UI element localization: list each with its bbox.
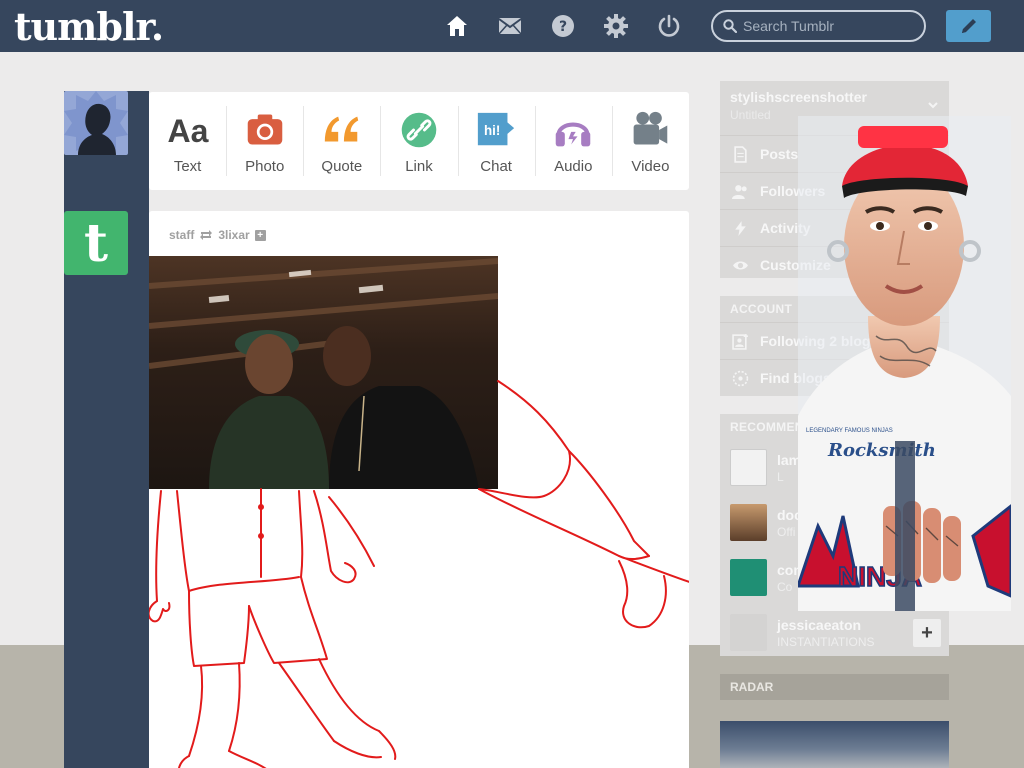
follow-button[interactable]: + bbox=[913, 509, 941, 537]
lightning-icon bbox=[730, 220, 750, 237]
home-icon[interactable] bbox=[444, 13, 470, 39]
post-type-text[interactable]: Aa Text bbox=[149, 92, 226, 190]
sidebar-item-followers[interactable]: Followers bbox=[720, 172, 949, 209]
reblog-icon bbox=[200, 230, 213, 240]
sidebar-item-following[interactable]: Following 2 blogs bbox=[720, 322, 949, 359]
tumblr-logo[interactable]: tumblr. bbox=[14, 4, 164, 49]
post-type-chat[interactable]: hi! Chat bbox=[457, 92, 535, 190]
post-header: staff 3lixar + bbox=[169, 227, 266, 243]
follow-button[interactable]: + bbox=[913, 619, 941, 647]
eye-icon bbox=[730, 257, 750, 274]
post-photo[interactable] bbox=[149, 256, 498, 489]
account-block: ACCOUNT Following 2 blogs Find blogs bbox=[720, 296, 949, 396]
chat-icon: hi! bbox=[474, 108, 518, 152]
reblogged-from[interactable]: 3lixar bbox=[218, 228, 249, 242]
compass-icon bbox=[730, 370, 750, 387]
power-icon[interactable] bbox=[656, 13, 682, 39]
post-type-video[interactable]: Video bbox=[611, 92, 689, 190]
post-card: staff 3lixar + bbox=[149, 211, 689, 768]
blog-switcher[interactable]: stylishscreenshotter Untitled bbox=[720, 81, 949, 135]
chevron-down-icon bbox=[928, 102, 938, 109]
list-item[interactable]: jessicaeaton INSTANTIATIONS + bbox=[720, 605, 949, 660]
avatar bbox=[730, 504, 767, 541]
headphones-icon bbox=[551, 108, 595, 152]
recommended-blogs-block: RECOMMENDED BLOGS lam L + doc Offi + com… bbox=[720, 414, 949, 656]
radar-image[interactable] bbox=[720, 721, 949, 768]
search-box[interactable] bbox=[711, 10, 926, 42]
search-input[interactable] bbox=[743, 18, 913, 34]
avatar bbox=[730, 559, 767, 596]
svg-text:hi!: hi! bbox=[484, 122, 500, 137]
blog-menu-block: stylishscreenshotter Untitled Posts Foll… bbox=[720, 81, 949, 278]
list-item[interactable]: com Co + bbox=[720, 550, 949, 605]
people-icon bbox=[730, 183, 750, 200]
add-person-icon bbox=[730, 333, 750, 350]
user-avatar[interactable] bbox=[64, 91, 128, 155]
post-type-quote[interactable]: Quote bbox=[303, 92, 380, 190]
post-type-link[interactable]: Link bbox=[380, 92, 457, 190]
post-type-bar: Aa Text Photo Quote Link hi! Chat Audio bbox=[149, 92, 689, 190]
svg-text:Aa: Aa bbox=[167, 113, 208, 149]
avatar bbox=[730, 449, 767, 486]
camera-icon bbox=[243, 108, 287, 152]
svg-text:?: ? bbox=[559, 19, 567, 35]
follow-plus-icon[interactable]: + bbox=[254, 229, 266, 241]
tumblr-avatar[interactable]: t bbox=[64, 211, 128, 275]
search-icon bbox=[723, 19, 737, 33]
sidebar-item-find-blogs[interactable]: Find blogs bbox=[720, 359, 949, 396]
compose-button[interactable] bbox=[946, 10, 991, 42]
sidebar-item-customize[interactable]: Customize bbox=[720, 246, 949, 283]
follow-button[interactable]: + bbox=[913, 564, 941, 592]
follow-button[interactable]: + bbox=[913, 454, 941, 482]
post-type-photo[interactable]: Photo bbox=[226, 92, 303, 190]
sidebar-item-activity[interactable]: Activity bbox=[720, 209, 949, 246]
post-author[interactable]: staff bbox=[169, 228, 194, 242]
top-navigation-bar: tumblr. ? bbox=[0, 0, 1024, 52]
post-type-audio[interactable]: Audio bbox=[534, 92, 612, 190]
list-item[interactable]: doc Offi + bbox=[720, 495, 949, 550]
radar-heading: RADAR bbox=[720, 674, 949, 700]
link-icon bbox=[397, 108, 441, 152]
document-icon bbox=[730, 145, 750, 163]
settings-icon[interactable] bbox=[603, 13, 629, 39]
text-aa-icon: Aa bbox=[166, 108, 210, 152]
quote-icon bbox=[320, 108, 364, 152]
list-item[interactable]: lam L + bbox=[720, 440, 949, 495]
pencil-icon bbox=[961, 19, 976, 33]
sidebar-item-posts[interactable]: Posts bbox=[720, 135, 949, 172]
mail-icon[interactable] bbox=[497, 13, 523, 39]
dashboard-rail bbox=[64, 91, 149, 768]
help-icon[interactable]: ? bbox=[550, 13, 576, 39]
video-camera-icon bbox=[628, 108, 672, 152]
avatar bbox=[730, 614, 767, 651]
